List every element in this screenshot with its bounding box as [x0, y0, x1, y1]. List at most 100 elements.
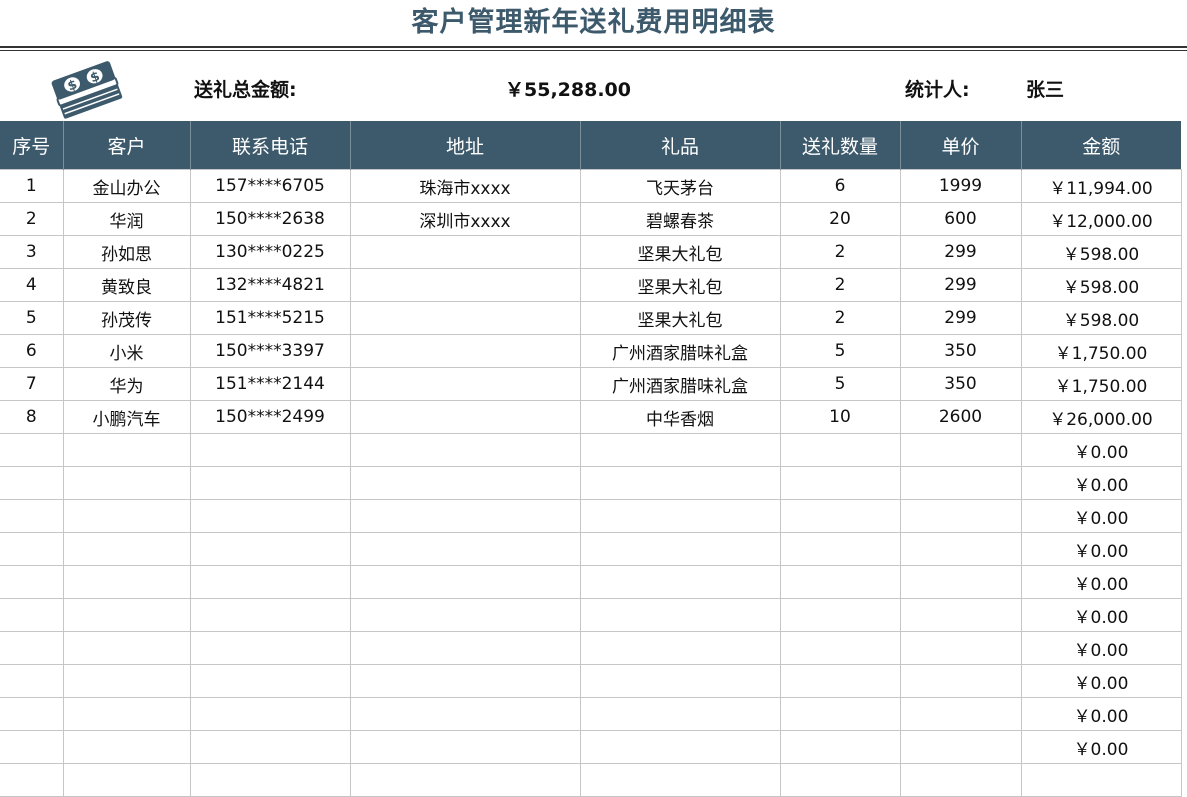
- cell-index[interactable]: 5: [0, 301, 64, 335]
- cell-address[interactable]: [349, 697, 581, 731]
- cell-quantity[interactable]: 10: [779, 400, 901, 434]
- cell-amount[interactable]: ￥0.00: [1020, 730, 1182, 764]
- cell-gift[interactable]: [579, 664, 781, 698]
- cell-quantity[interactable]: [779, 499, 901, 533]
- cell-index[interactable]: [0, 499, 64, 533]
- cell-gift[interactable]: [579, 466, 781, 500]
- cell-address[interactable]: [349, 367, 581, 401]
- cell-customer[interactable]: 孙茂传: [62, 301, 191, 335]
- cell-phone[interactable]: [189, 532, 351, 566]
- cell-phone[interactable]: [189, 466, 351, 500]
- cell-phone[interactable]: [189, 730, 351, 764]
- cell-index[interactable]: 6: [0, 334, 64, 368]
- cell-unit-price[interactable]: [899, 499, 1022, 533]
- cell-phone[interactable]: 132****4821: [189, 268, 351, 302]
- cell-customer[interactable]: [62, 499, 191, 533]
- col-header-phone[interactable]: 联系电话: [189, 121, 350, 170]
- cell-address[interactable]: [349, 334, 581, 368]
- cell-phone[interactable]: [189, 565, 351, 599]
- cell-address[interactable]: [349, 631, 581, 665]
- cell-unit-price[interactable]: [899, 697, 1022, 731]
- cell-index[interactable]: 1: [0, 169, 64, 203]
- cell-index[interactable]: 8: [0, 400, 64, 434]
- cell-customer[interactable]: 金山办公: [62, 169, 191, 203]
- cell-quantity[interactable]: [779, 433, 901, 467]
- cell-customer[interactable]: [62, 433, 191, 467]
- cell-unit-price[interactable]: 1999: [899, 169, 1022, 203]
- cell-amount[interactable]: ￥598.00: [1020, 301, 1182, 335]
- cell-phone[interactable]: 151****5215: [189, 301, 351, 335]
- cell-customer[interactable]: 华为: [62, 367, 191, 401]
- cell-quantity[interactable]: [779, 631, 901, 665]
- cell-amount[interactable]: ￥0.00: [1020, 466, 1182, 500]
- cell-phone[interactable]: 150****2638: [189, 202, 351, 236]
- cell-amount[interactable]: ￥0.00: [1020, 631, 1182, 665]
- cell-unit-price[interactable]: 2600: [899, 400, 1022, 434]
- col-header-customer[interactable]: 客户: [62, 121, 190, 170]
- cell-address[interactable]: [349, 763, 581, 797]
- cell-index[interactable]: [0, 697, 64, 731]
- col-header-amount[interactable]: 金额: [1020, 121, 1181, 170]
- cell-quantity[interactable]: 2: [779, 235, 901, 269]
- cell-quantity[interactable]: [779, 763, 901, 797]
- cell-customer[interactable]: [62, 664, 191, 698]
- cell-index[interactable]: [0, 763, 64, 797]
- cell-address[interactable]: [349, 433, 581, 467]
- cell-index[interactable]: 7: [0, 367, 64, 401]
- col-header-unit-price[interactable]: 单价: [899, 121, 1021, 170]
- cell-gift[interactable]: [579, 763, 781, 797]
- cell-phone[interactable]: 157****6705: [189, 169, 351, 203]
- cell-address[interactable]: 珠海市xxxx: [349, 169, 581, 203]
- cell-amount[interactable]: ￥598.00: [1020, 268, 1182, 302]
- cell-gift[interactable]: 飞天茅台: [579, 169, 781, 203]
- cell-quantity[interactable]: [779, 532, 901, 566]
- cell-customer[interactable]: [62, 532, 191, 566]
- cell-customer[interactable]: [62, 466, 191, 500]
- cell-amount[interactable]: [1020, 763, 1182, 797]
- cell-amount[interactable]: ￥1,750.00: [1020, 367, 1182, 401]
- cell-phone[interactable]: 130****0225: [189, 235, 351, 269]
- cell-index[interactable]: [0, 466, 64, 500]
- cell-address[interactable]: [349, 598, 581, 632]
- cell-address[interactable]: [349, 730, 581, 764]
- cell-amount[interactable]: ￥0.00: [1020, 697, 1182, 731]
- cell-index[interactable]: 4: [0, 268, 64, 302]
- cell-unit-price[interactable]: 299: [899, 268, 1022, 302]
- cell-index[interactable]: [0, 598, 64, 632]
- col-header-gift[interactable]: 礼品: [579, 121, 780, 170]
- cell-quantity[interactable]: [779, 565, 901, 599]
- cell-customer[interactable]: [62, 598, 191, 632]
- cell-amount[interactable]: ￥0.00: [1020, 598, 1182, 632]
- cell-quantity[interactable]: [779, 730, 901, 764]
- cell-customer[interactable]: [62, 631, 191, 665]
- cell-gift[interactable]: 广州酒家腊味礼盒: [579, 334, 781, 368]
- cell-phone[interactable]: [189, 664, 351, 698]
- cell-amount[interactable]: ￥0.00: [1020, 565, 1182, 599]
- cell-phone[interactable]: [189, 763, 351, 797]
- cell-index[interactable]: 2: [0, 202, 64, 236]
- cell-gift[interactable]: [579, 532, 781, 566]
- cell-customer[interactable]: 华润: [62, 202, 191, 236]
- cell-customer[interactable]: 小鹏汽车: [62, 400, 191, 434]
- cell-gift[interactable]: [579, 631, 781, 665]
- cell-unit-price[interactable]: [899, 631, 1022, 665]
- cell-gift[interactable]: 坚果大礼包: [579, 235, 781, 269]
- cell-unit-price[interactable]: 350: [899, 367, 1022, 401]
- cell-index[interactable]: [0, 631, 64, 665]
- cell-gift[interactable]: 中华香烟: [579, 400, 781, 434]
- cell-address[interactable]: [349, 466, 581, 500]
- cell-quantity[interactable]: 20: [779, 202, 901, 236]
- cell-customer[interactable]: [62, 730, 191, 764]
- cell-index[interactable]: 3: [0, 235, 64, 269]
- cell-address[interactable]: [349, 565, 581, 599]
- cell-unit-price[interactable]: 299: [899, 235, 1022, 269]
- cell-gift[interactable]: 坚果大礼包: [579, 268, 781, 302]
- cell-index[interactable]: [0, 433, 64, 467]
- cell-unit-price[interactable]: 299: [899, 301, 1022, 335]
- cell-quantity[interactable]: 5: [779, 334, 901, 368]
- cell-quantity[interactable]: 6: [779, 169, 901, 203]
- col-header-index[interactable]: 序号: [0, 121, 63, 170]
- cell-phone[interactable]: 150****2499: [189, 400, 351, 434]
- cell-unit-price[interactable]: [899, 565, 1022, 599]
- cell-quantity[interactable]: 2: [779, 268, 901, 302]
